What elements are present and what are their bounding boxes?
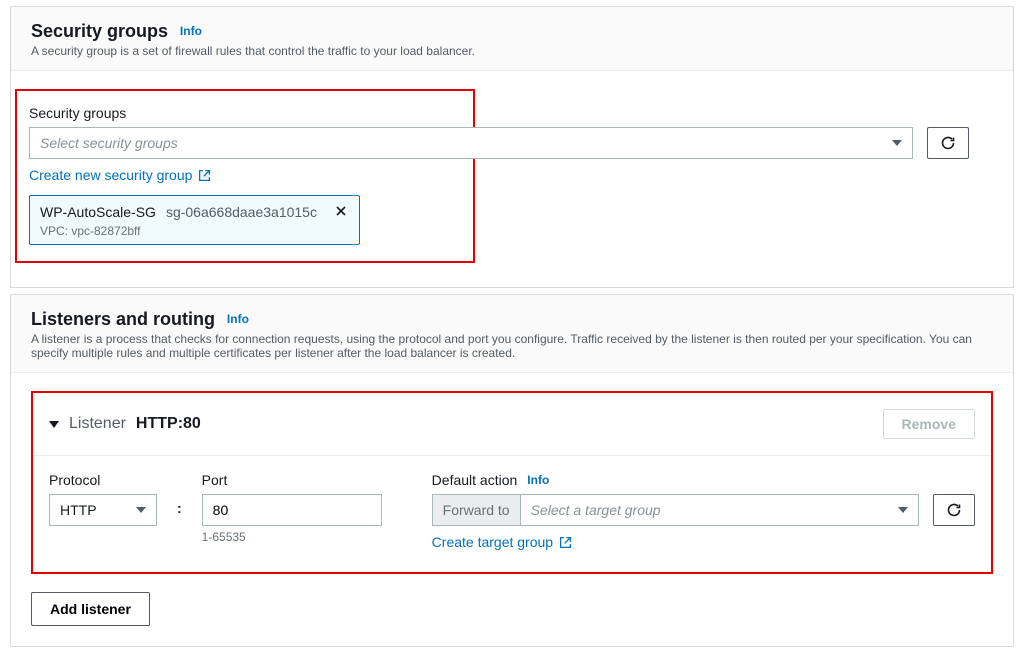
port-input[interactable] xyxy=(202,494,382,526)
protocol-label: Protocol xyxy=(49,472,157,488)
protocol-port-separator: : xyxy=(177,500,182,516)
default-action-label: Default action xyxy=(432,472,518,488)
target-group-placeholder: Select a target group xyxy=(531,502,661,518)
create-target-group-label: Create target group xyxy=(432,534,553,550)
chip-sg-name: WP-AutoScale-SG xyxy=(40,204,156,220)
security-groups-highlight: Security groups Select security groups C… xyxy=(15,89,475,263)
caret-down-icon xyxy=(898,507,908,513)
listener-label: Listener xyxy=(69,415,126,433)
create-target-group-link[interactable]: Create target group xyxy=(432,534,572,550)
refresh-icon xyxy=(940,135,956,151)
forward-to-select[interactable]: Forward to Select a target group xyxy=(432,494,919,526)
refresh-icon xyxy=(946,502,962,518)
create-security-group-label: Create new security group xyxy=(29,167,192,183)
external-link-icon xyxy=(559,536,572,549)
security-groups-header: Security groups Info A security group is… xyxy=(11,7,1013,71)
security-groups-title: Security groups xyxy=(31,21,168,42)
listener-remove-button[interactable]: Remove xyxy=(883,409,975,439)
chip-sg-id: sg-06a668daae3a1015c xyxy=(166,204,317,220)
add-listener-button[interactable]: Add listener xyxy=(31,592,150,626)
listeners-title: Listeners and routing xyxy=(31,309,215,330)
target-group-refresh-button[interactable] xyxy=(933,494,975,526)
protocol-select[interactable]: HTTP xyxy=(49,494,157,526)
listeners-panel: Listeners and routing Info A listener is… xyxy=(10,294,1014,647)
listeners-description: A listener is a process that checks for … xyxy=(31,332,993,360)
security-groups-select-placeholder: Select security groups xyxy=(40,135,178,151)
caret-down-icon xyxy=(136,507,146,513)
listeners-header: Listeners and routing Info A listener is… xyxy=(11,295,1013,373)
listener-value: HTTP:80 xyxy=(136,415,201,433)
security-groups-field-label: Security groups xyxy=(29,105,463,121)
security-group-chip: WP-AutoScale-SG sg-06a668daae3a1015c VPC… xyxy=(29,195,360,245)
security-groups-description: A security group is a set of firewall ru… xyxy=(31,44,993,58)
create-security-group-link[interactable]: Create new security group xyxy=(29,167,211,183)
security-groups-info-link[interactable]: Info xyxy=(180,24,202,38)
protocol-column: Protocol HTTP xyxy=(49,472,157,526)
default-action-info-link[interactable]: Info xyxy=(527,473,549,487)
external-link-icon xyxy=(198,169,211,182)
chip-remove-button[interactable] xyxy=(333,202,349,222)
caret-down-icon xyxy=(892,140,902,146)
security-groups-panel: Security groups Info A security group is… xyxy=(10,6,1014,288)
listener-header-row: Listener HTTP:80 Remove xyxy=(33,393,991,456)
port-column: Port 1-65535 xyxy=(202,472,382,544)
port-hint: 1-65535 xyxy=(202,530,382,544)
listener-highlight: Listener HTTP:80 Remove Protocol HTTP : … xyxy=(31,391,993,574)
collapse-caret-icon[interactable] xyxy=(49,421,59,428)
forward-prefix: Forward to xyxy=(433,495,521,525)
chip-vpc: VPC: vpc-82872bff xyxy=(40,224,349,238)
security-groups-refresh-button[interactable] xyxy=(927,127,969,159)
protocol-value: HTTP xyxy=(60,502,97,518)
port-label: Port xyxy=(202,472,382,488)
close-icon xyxy=(335,205,347,217)
listeners-info-link[interactable]: Info xyxy=(227,312,249,326)
security-groups-select[interactable]: Select security groups xyxy=(29,127,913,159)
